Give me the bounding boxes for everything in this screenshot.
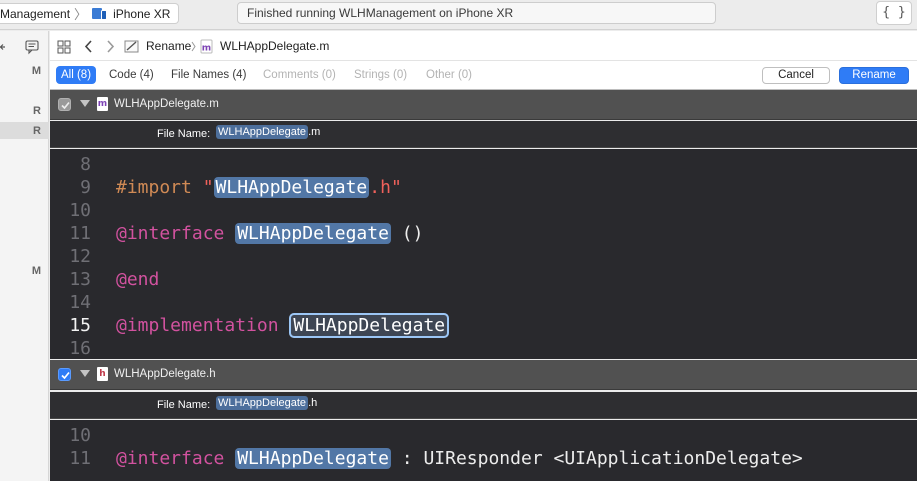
code-line: 8 bbox=[50, 153, 917, 176]
code-preview-m: 8 9 #import " WLHAppDelegate .h" 10 11 @inte… bbox=[50, 149, 917, 359]
code-preview-h: 10 11 @interface WLHAppDelegate : UIRespo… bbox=[50, 420, 917, 481]
filter-code[interactable]: Code (4) bbox=[104, 66, 159, 84]
file-name-caption: File Name: bbox=[157, 128, 211, 140]
filter-comments[interactable]: Comments (0) bbox=[258, 66, 341, 84]
file-extension: .m bbox=[308, 126, 321, 138]
rename-button[interactable]: Rename bbox=[839, 67, 909, 84]
filter-strings[interactable]: Strings (0) bbox=[349, 66, 412, 84]
code-line: 15 @implementation WLHAppDelegate bbox=[50, 313, 917, 338]
line-number: 9 bbox=[80, 177, 91, 198]
code-line: 16 bbox=[50, 337, 917, 359]
code-text: () bbox=[390, 223, 424, 244]
status-badge: R bbox=[33, 125, 41, 137]
rename-token[interactable]: WLHAppDelegate bbox=[216, 396, 309, 410]
objc-h-file-icon: h bbox=[97, 367, 108, 381]
scheme-selector[interactable]: Management 〉 iPhone XR bbox=[0, 3, 180, 24]
comment-icon[interactable] bbox=[25, 40, 39, 55]
code-line: 11 @interface WLHAppDelegate : UIResponde… bbox=[50, 447, 917, 470]
line-number: 13 bbox=[69, 269, 91, 290]
code-line: 10 bbox=[50, 199, 917, 222]
file-name-rename-row: File Name: WLHAppDelegate .m bbox=[50, 121, 917, 148]
file-name-rename-row: File Name: WLHAppDelegate .h bbox=[50, 392, 917, 419]
file-header-h: h WLHAppDelegate.h bbox=[50, 360, 917, 390]
import-directive: #import bbox=[116, 177, 203, 198]
code-line: 11 @interface WLHAppDelegate () bbox=[50, 222, 917, 245]
line-number: 15 bbox=[69, 315, 91, 336]
svg-text:m: m bbox=[202, 44, 211, 54]
checkmark-icon bbox=[61, 371, 70, 380]
activity-status-bar: Finished running WLHManagement on iPhone… bbox=[237, 2, 716, 24]
checkmark-icon bbox=[61, 101, 70, 110]
file-name-value: WLHAppDelegate .h bbox=[216, 396, 318, 410]
rename-token-focused[interactable]: WLHAppDelegate bbox=[289, 313, 450, 338]
objc-m-file-icon: m bbox=[97, 97, 108, 111]
code-line: 14 bbox=[50, 291, 917, 314]
filter-bar: All (8) Code (4) File Names (4) Comments… bbox=[50, 61, 917, 90]
line-number: 14 bbox=[69, 292, 91, 313]
code-line: 10 bbox=[50, 424, 917, 447]
rename-token[interactable]: WLHAppDelegate bbox=[216, 125, 309, 139]
filter-file-names[interactable]: File Names (4) bbox=[166, 66, 251, 84]
file-name-value: WLHAppDelegate .m bbox=[216, 125, 321, 139]
string-literal: .h" bbox=[369, 177, 402, 198]
file-name-label: WLHAppDelegate.m bbox=[114, 98, 219, 110]
keyword: @end bbox=[116, 269, 160, 290]
status-badge: M bbox=[31, 265, 41, 277]
chevron-right-icon[interactable] bbox=[107, 40, 115, 53]
back-arrow-icon[interactable] bbox=[0, 44, 6, 50]
filter-other[interactable]: Other (0) bbox=[421, 66, 477, 84]
code-text: : UIResponder <UIApplicationDelegate> bbox=[390, 448, 803, 469]
device-name[interactable]: iPhone XR bbox=[113, 7, 170, 21]
chevron-left-icon[interactable] bbox=[84, 40, 92, 53]
navigator-icons bbox=[0, 40, 39, 55]
line-number: 11 bbox=[69, 223, 91, 244]
include-file-checkbox[interactable] bbox=[58, 98, 71, 111]
breadcrumb-rename[interactable]: Rename bbox=[146, 39, 191, 53]
scheme-name[interactable]: Management bbox=[0, 7, 70, 21]
navigator-strip: M R R M bbox=[0, 31, 49, 481]
cancel-button[interactable]: Cancel bbox=[762, 67, 830, 84]
keyword: @interface bbox=[116, 223, 225, 244]
disclosure-triangle-icon[interactable] bbox=[80, 370, 90, 377]
keyword: @implementation bbox=[116, 315, 279, 336]
jump-bar: m Rename WLHAppDelegate.m bbox=[50, 31, 917, 61]
iphone-device-icon bbox=[92, 7, 108, 20]
chevron-right-icon: 〉 bbox=[74, 7, 88, 22]
rename-refactor-panel: m Rename WLHAppDelegate.m All (8) Code (… bbox=[50, 31, 917, 481]
file-name-label: WLHAppDelegate.h bbox=[114, 368, 216, 380]
line-number: 10 bbox=[69, 200, 91, 221]
disclosure-triangle-icon[interactable] bbox=[80, 100, 90, 107]
rename-token[interactable]: WLHAppDelegate bbox=[235, 223, 391, 244]
rename-token[interactable]: WLHAppDelegate bbox=[213, 177, 370, 198]
related-items-grid-icon[interactable] bbox=[57, 40, 71, 54]
code-line: 9 #import " WLHAppDelegate .h" bbox=[50, 176, 917, 199]
breadcrumb-file[interactable]: WLHAppDelegate.m bbox=[220, 39, 329, 53]
code-line: 12 bbox=[50, 245, 917, 268]
objc-m-file-icon: m bbox=[200, 39, 213, 54]
chevron-right-icon bbox=[191, 41, 196, 52]
status-badge: R bbox=[33, 105, 41, 117]
line-number: 8 bbox=[80, 154, 91, 175]
rename-token[interactable]: WLHAppDelegate bbox=[235, 448, 391, 469]
window-toolbar: Management 〉 iPhone XR Finished running … bbox=[0, 0, 917, 30]
file-name-caption: File Name: bbox=[157, 399, 211, 411]
code-line: 13 @end bbox=[50, 268, 917, 291]
file-header-m: m WLHAppDelegate.m bbox=[50, 90, 917, 120]
status-badge: M bbox=[31, 65, 41, 77]
line-number: 16 bbox=[69, 338, 91, 359]
filter-all[interactable]: All (8) bbox=[56, 66, 97, 84]
code-review-button[interactable]: { } bbox=[876, 1, 912, 25]
file-extension: .h bbox=[308, 397, 318, 409]
keyword: @interface bbox=[116, 448, 225, 469]
line-number: 10 bbox=[69, 425, 91, 446]
line-number: 11 bbox=[69, 448, 91, 469]
line-number: 12 bbox=[69, 246, 91, 267]
include-file-checkbox[interactable] bbox=[58, 368, 71, 381]
refactor-pencil-icon bbox=[124, 40, 139, 53]
string-quote: " bbox=[202, 177, 214, 198]
selected-row-highlight bbox=[0, 122, 49, 139]
